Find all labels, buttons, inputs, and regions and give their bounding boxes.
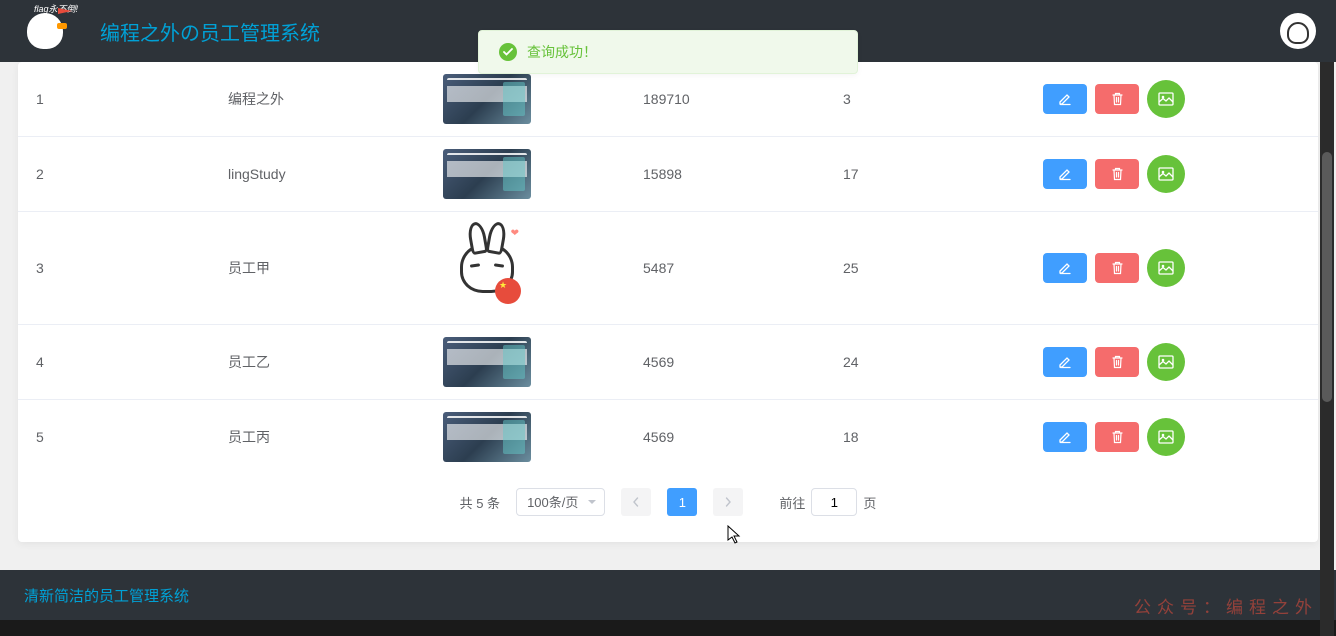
cell-actions	[1033, 212, 1318, 325]
user-avatar[interactable]	[1280, 13, 1316, 49]
edit-icon	[1058, 167, 1072, 181]
image-icon	[1158, 261, 1174, 275]
jump-suffix: 页	[863, 493, 876, 512]
table-row: 3 员工甲 ❤ 5487 25	[18, 212, 1318, 325]
employee-image	[443, 74, 531, 124]
cell-name: lingStudy	[218, 137, 433, 212]
prev-page-button[interactable]	[621, 488, 651, 516]
delete-button[interactable]	[1095, 253, 1139, 283]
cell-name: 员工丙	[218, 400, 433, 475]
cell-number: 15898	[633, 137, 833, 212]
cell-age: 24	[833, 325, 1033, 400]
image-icon	[1158, 92, 1174, 106]
trash-icon	[1111, 430, 1124, 444]
jump-prefix: 前往	[779, 493, 805, 512]
logo-image: flag永不倒!	[20, 6, 70, 56]
image-button[interactable]	[1147, 155, 1185, 193]
cell-index: 5	[18, 400, 218, 475]
employee-table: 1 编程之外 189710 3 2 lingStudy 15898 17	[18, 62, 1318, 474]
image-icon	[1158, 167, 1174, 181]
trash-icon	[1111, 92, 1124, 106]
cell-index: 1	[18, 62, 218, 137]
delete-button[interactable]	[1095, 84, 1139, 114]
page-size-select[interactable]: 100条/页	[516, 488, 605, 516]
edit-button[interactable]	[1043, 422, 1087, 452]
cell-index: 2	[18, 137, 218, 212]
footer-text: 清新简洁的员工管理系统	[24, 585, 189, 606]
chevron-right-icon	[723, 497, 733, 507]
table-card: 1 编程之外 189710 3 2 lingStudy 15898 17	[18, 62, 1318, 542]
edit-icon	[1058, 430, 1072, 444]
cell-age: 3	[833, 62, 1033, 137]
delete-button[interactable]	[1095, 159, 1139, 189]
watermark: 公众号：编程之外	[1134, 593, 1318, 618]
cell-name: 员工甲	[218, 212, 433, 325]
cell-index: 4	[18, 325, 218, 400]
table-row: 2 lingStudy 15898 17	[18, 137, 1318, 212]
success-toast: 查询成功！	[478, 30, 858, 74]
cell-number: 4569	[633, 325, 833, 400]
page-number-1[interactable]: 1	[667, 488, 697, 516]
cell-image	[433, 400, 633, 475]
image-icon	[1158, 430, 1174, 444]
outer-scrollbar[interactable]	[1320, 62, 1334, 636]
table-row: 5 员工丙 4569 18	[18, 400, 1318, 475]
cell-number: 5487	[633, 212, 833, 325]
image-button[interactable]	[1147, 343, 1185, 381]
cell-name: 编程之外	[218, 62, 433, 137]
table-row: 4 员工乙 4569 24	[18, 325, 1318, 400]
next-page-button[interactable]	[713, 488, 743, 516]
cell-age: 17	[833, 137, 1033, 212]
toast-message: 查询成功！	[527, 42, 597, 62]
image-button[interactable]	[1147, 418, 1185, 456]
employee-image	[443, 412, 531, 462]
edit-button[interactable]	[1043, 84, 1087, 114]
app-title: 编程之外の员工管理系统	[100, 17, 320, 46]
cell-name: 员工乙	[218, 325, 433, 400]
cell-age: 25	[833, 212, 1033, 325]
edit-icon	[1058, 92, 1072, 106]
cell-image: ❤	[433, 212, 633, 325]
cell-actions	[1033, 325, 1318, 400]
employee-image	[443, 337, 531, 387]
trash-icon	[1111, 261, 1124, 275]
check-icon	[499, 43, 517, 61]
image-icon	[1158, 355, 1174, 369]
image-button[interactable]	[1147, 249, 1185, 287]
image-button[interactable]	[1147, 80, 1185, 118]
logo-area: flag永不倒!	[20, 6, 70, 56]
cell-image	[433, 325, 633, 400]
cell-actions	[1033, 400, 1318, 475]
edit-icon	[1058, 261, 1072, 275]
employee-image	[443, 149, 531, 199]
trash-icon	[1111, 167, 1124, 181]
delete-button[interactable]	[1095, 422, 1139, 452]
edit-button[interactable]	[1043, 253, 1087, 283]
chevron-left-icon	[631, 497, 641, 507]
trash-icon	[1111, 355, 1124, 369]
pagination: 共 5 条 100条/页 1 前往 页	[18, 474, 1318, 542]
scrollbar-thumb[interactable]	[1322, 152, 1332, 402]
pagination-total: 共 5 条	[460, 493, 500, 512]
cell-actions	[1033, 62, 1318, 137]
jump-page-input[interactable]	[811, 488, 857, 516]
cell-age: 18	[833, 400, 1033, 475]
cell-index: 3	[18, 212, 218, 325]
delete-button[interactable]	[1095, 347, 1139, 377]
cell-actions	[1033, 137, 1318, 212]
edit-icon	[1058, 355, 1072, 369]
edit-button[interactable]	[1043, 159, 1087, 189]
cell-image	[433, 137, 633, 212]
cell-number: 4569	[633, 400, 833, 475]
employee-image: ❤	[443, 224, 531, 312]
edit-button[interactable]	[1043, 347, 1087, 377]
